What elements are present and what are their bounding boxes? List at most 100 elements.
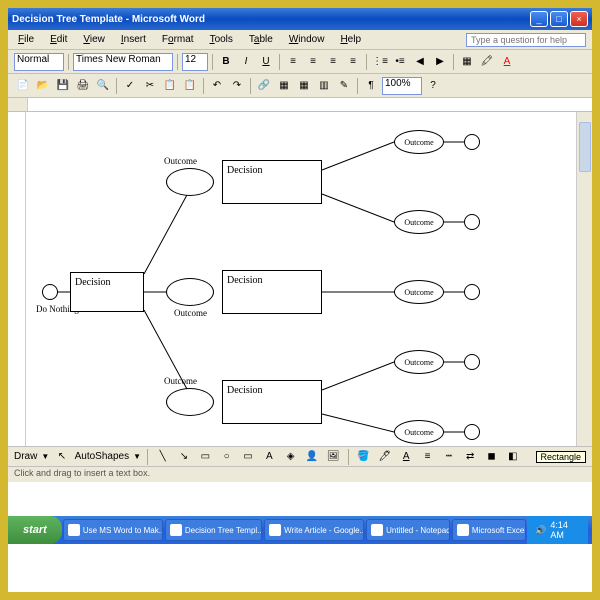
paste-button[interactable]: 📋 [181,77,199,95]
menu-table[interactable]: Table [245,32,277,47]
line-button[interactable]: ╲ [154,448,171,466]
columns-button[interactable]: ▥ [315,77,333,95]
outcome-oval-bot[interactable] [166,388,214,416]
vertical-scrollbar[interactable] [576,112,592,446]
font-color-button[interactable]: A [498,53,516,71]
underline-button[interactable]: U [257,53,275,71]
start-button[interactable]: start [8,516,62,544]
doc-map-button[interactable]: ¶ [362,77,380,95]
autoshapes-menu[interactable]: AutoShapes [75,451,130,462]
align-left-button[interactable]: ≡ [284,53,302,71]
taskbar-item-3[interactable]: Write Article - Google... [264,519,364,541]
align-center-button[interactable]: ≡ [304,53,322,71]
help-search-input[interactable] [466,33,586,47]
outcome-oval-r1[interactable]: Outcome [394,130,444,154]
taskbar-item-4[interactable]: Untitled - Notepad [366,519,450,541]
decision-box-3[interactable]: Decision [222,270,322,314]
hyperlink-button[interactable]: 🔗 [255,77,273,95]
wordart-button[interactable]: A [261,448,278,466]
system-tray[interactable]: 🔊 4:14 AM [527,516,588,544]
increase-indent-button[interactable]: ▶ [431,53,449,71]
outcome-oval-r2[interactable]: Outcome [394,210,444,234]
align-right-button[interactable]: ≡ [324,53,342,71]
menu-view[interactable]: View [79,32,109,47]
select-objects-button[interactable]: ↖ [53,448,70,466]
print-button[interactable]: 🖨 [74,77,92,95]
minimize-button[interactable]: _ [530,11,548,27]
line-style-button[interactable]: ≡ [419,448,436,466]
oval-button[interactable]: ○ [218,448,235,466]
fill-color-button[interactable]: 🪣 [355,448,372,466]
undo-button[interactable]: ↶ [208,77,226,95]
tables-button[interactable]: ▦ [275,77,293,95]
drawing-button[interactable]: ✎ [335,77,353,95]
font-color-draw-button[interactable]: A [398,448,415,466]
tray-icon[interactable]: 🔊 [535,525,546,536]
outcome-oval-mid[interactable] [166,278,214,306]
outcome-oval-r5[interactable]: Outcome [394,420,444,444]
browser-icon [269,524,281,536]
menu-file[interactable]: FFileile [14,32,38,47]
end-circle-2[interactable] [464,214,480,230]
shadow-button[interactable]: ◼ [483,448,500,466]
font-select[interactable]: Times New Roman [73,53,173,71]
rectangle-button[interactable]: ▭ [197,448,214,466]
decision-box-1[interactable]: Decision [70,272,144,312]
align-justify-button[interactable]: ≡ [344,53,362,71]
spellcheck-button[interactable]: ✓ [121,77,139,95]
new-button[interactable]: 📄 [14,77,32,95]
menu-window[interactable]: Window [285,32,329,47]
italic-button[interactable]: I [237,53,255,71]
maximize-button[interactable]: □ [550,11,568,27]
start-circle[interactable] [42,284,58,300]
menu-format[interactable]: Format [158,32,198,47]
taskbar-item-5[interactable]: Microsoft Excel [452,519,526,541]
dash-style-button[interactable]: ┅ [440,448,457,466]
help-button[interactable]: ? [424,77,442,95]
arrow-style-button[interactable]: ⇄ [462,448,479,466]
zoom-select[interactable]: 100% [382,77,422,95]
outcome-oval-r3[interactable]: Outcome [394,280,444,304]
decision-box-4[interactable]: Decision [222,380,322,424]
menu-insert[interactable]: Insert [117,32,150,47]
open-button[interactable]: 📂 [34,77,52,95]
redo-button[interactable]: ↷ [228,77,246,95]
numbered-list-button[interactable]: ⋮≡ [371,53,389,71]
outcome-oval-r4[interactable]: Outcome [394,350,444,374]
close-button[interactable]: × [570,11,588,27]
borders-button[interactable]: ▦ [458,53,476,71]
taskbar-item-2[interactable]: Decision Tree Templ... [165,519,262,541]
document-canvas[interactable]: Do Nothing Decision Outcome Outcome Outc… [26,112,576,446]
style-select[interactable]: Normal [14,53,64,71]
menu-help[interactable]: Help [336,32,365,47]
bullet-list-button[interactable]: •≡ [391,53,409,71]
arrow-button[interactable]: ↘ [175,448,192,466]
diagram-button[interactable]: ◈ [282,448,299,466]
bold-button[interactable]: B [217,53,235,71]
3d-button[interactable]: ◧ [504,448,521,466]
line-color-button[interactable]: 🖊 [376,448,393,466]
clipart-button[interactable]: 👤 [303,448,320,466]
font-size-select[interactable]: 12 [182,53,208,71]
end-circle-1[interactable] [464,134,480,150]
taskbar-item-1[interactable]: Use MS Word to Mak... [63,519,163,541]
print-preview-button[interactable]: 🔍 [94,77,112,95]
copy-button[interactable]: 📋 [161,77,179,95]
cut-button[interactable]: ✂ [141,77,159,95]
highlight-button[interactable]: 🖍 [478,53,496,71]
end-circle-3[interactable] [464,284,480,300]
draw-menu[interactable]: Draw [14,451,37,462]
outcome-oval-top[interactable] [166,168,214,196]
decision-box-2[interactable]: Decision [222,160,322,204]
menu-tools[interactable]: Tools [206,32,237,47]
textbox-button[interactable]: ▭ [239,448,256,466]
save-button[interactable]: 💾 [54,77,72,95]
end-circle-5[interactable] [464,424,480,440]
menu-edit[interactable]: Edit [46,32,71,47]
decrease-indent-button[interactable]: ◀ [411,53,429,71]
vertical-ruler[interactable] [8,112,26,446]
picture-button[interactable]: 🖼 [325,448,342,466]
end-circle-4[interactable] [464,354,480,370]
excel-button[interactable]: ▦ [295,77,313,95]
horizontal-ruler[interactable] [8,98,592,112]
